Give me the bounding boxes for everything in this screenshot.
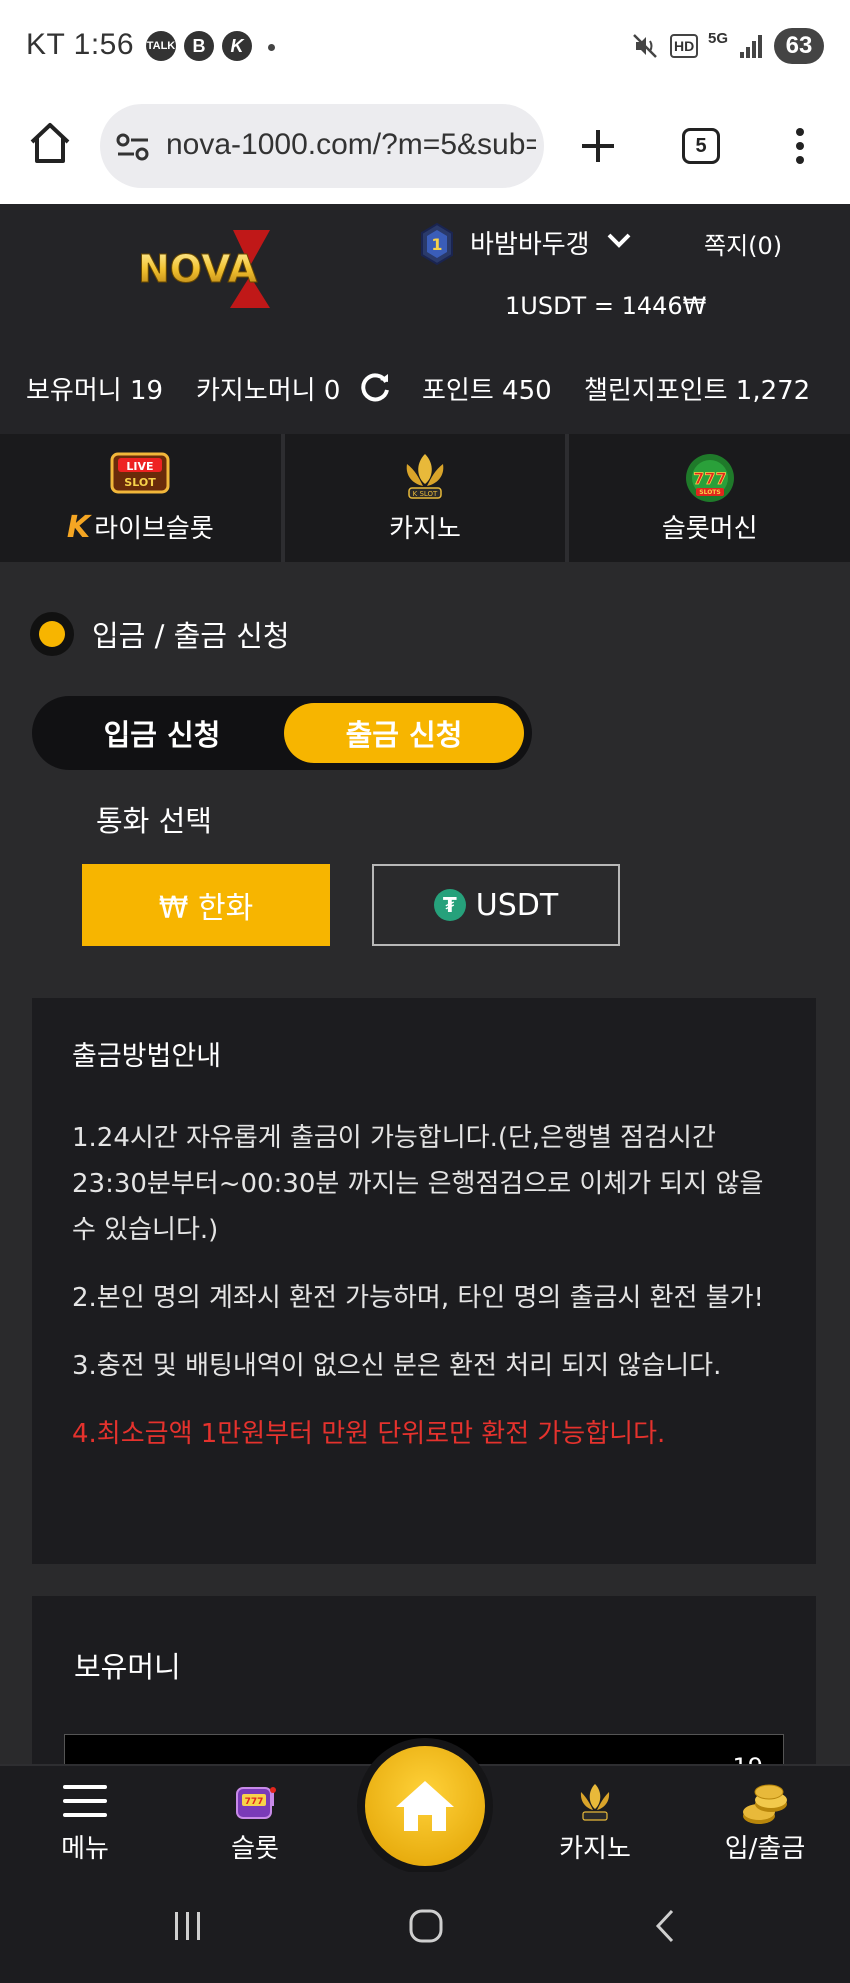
deposit-withdraw-toggle: 입금 신청 출금 신청: [32, 696, 532, 770]
gold-coins-icon: [743, 1784, 787, 1824]
battery-icon: 63: [774, 28, 824, 64]
hd-voice-icon: HD: [670, 34, 699, 58]
page-title: 입금 / 출금 신청: [30, 612, 290, 656]
site-settings-icon[interactable]: [116, 132, 150, 162]
rank-badge-icon: 1: [421, 222, 453, 266]
k-brand-icon: K: [66, 510, 91, 545]
bottom-nav-deposit-withdraw-label: 입/출금: [724, 1834, 806, 1864]
withdraw-guide-title: 출금방법안내: [72, 1041, 222, 1072]
back-icon[interactable]: [650, 1908, 680, 1944]
more-options-icon[interactable]: [790, 126, 810, 166]
new-tab-icon[interactable]: [578, 126, 618, 166]
guide-item-warning: 4.최소금액 1만원부터 만원 단위로만 환전 가능합니다.: [72, 1419, 666, 1449]
network-type-icon: 5G: [708, 30, 729, 47]
main-content: 입금 / 출금 신청 입금 신청 출금 신청 통화 선택 ₩ 한화 ₮ USDT…: [0, 562, 850, 1956]
nav-casino-label: 카지노: [389, 514, 461, 544]
messages-link[interactable]: 쪽지(0): [704, 226, 782, 261]
nav-slot-machine-label: 슬롯머신: [661, 514, 758, 544]
casino-money: 카지노머니 0: [196, 376, 341, 406]
guide-item: 2.본인 명의 계좌시 환전 가능하며, 타인 명의 출금시 환전 불가!: [72, 1283, 764, 1313]
browser-toolbar: nova-1000.com/?m=5&sub=2 5: [0, 96, 850, 204]
live-slot-icon: LIVE SLOT: [110, 452, 170, 494]
username[interactable]: 바밤바두갱: [470, 224, 590, 261]
k-app-icon: K: [222, 31, 252, 61]
svg-text:777: 777: [693, 469, 726, 488]
guide-item: 1.24시간 자유롭게 출금이 가능합니다.(단,은행별 점검시간 23:30분…: [72, 1123, 764, 1245]
bottom-nav-deposit-withdraw[interactable]: 입/출금: [680, 1766, 850, 1874]
hamburger-menu-icon: [63, 1785, 107, 1817]
tab-withdraw-request[interactable]: 출금 신청: [284, 703, 524, 763]
bottom-nav-casino-label: 카지노: [559, 1834, 631, 1864]
svg-text:SLOTS: SLOTS: [699, 489, 720, 496]
title-bullet-icon: [30, 612, 74, 656]
k-slot-casino-icon: [580, 1784, 610, 1821]
svg-text:LIVE: LIVE: [127, 460, 154, 473]
guide-item: 3.충전 및 배팅내역이 없으신 분은 환전 처리 되지 않습니다.: [72, 1351, 722, 1381]
page-title-text: 입금 / 출금 신청: [92, 619, 290, 653]
home-icon[interactable]: [28, 120, 72, 166]
holding-money: 보유머니 19: [26, 376, 164, 406]
currency-usdt-label: USDT: [475, 887, 559, 923]
nav-casino[interactable]: K SLOT 카지노: [285, 434, 570, 562]
b-app-icon: B: [184, 31, 214, 61]
tab-deposit-request[interactable]: 입금 신청: [52, 703, 272, 763]
withdraw-guide: 출금방법안내 1.24시간 자유롭게 출금이 가능합니다.(단,은행별 점검시간…: [32, 998, 816, 1564]
nav-slot-machine[interactable]: 777 SLOTS 슬롯머신: [569, 434, 850, 562]
bottom-nav-slot[interactable]: 777 슬롯: [170, 1766, 340, 1874]
currency-usdt-button[interactable]: ₮ USDT: [372, 864, 620, 946]
currency-krw-button[interactable]: ₩ 한화: [82, 864, 330, 946]
bottom-nav-slot-label: 슬롯: [231, 1834, 279, 1864]
bottom-nav-casino[interactable]: 카지노: [510, 1766, 680, 1874]
tether-icon: ₮: [433, 889, 466, 921]
home-button[interactable]: [357, 1738, 493, 1874]
balance-bar: 보유머니 19 카지노머니 0 포인트 450 챌린지포인트 1,272: [0, 344, 850, 434]
777-slots-icon: 777 SLOTS: [685, 454, 734, 502]
android-nav-bar: [0, 1872, 850, 1983]
svg-text:K SLOT: K SLOT: [413, 490, 438, 498]
bottom-nav-menu-label: 메뉴: [61, 1834, 109, 1864]
chevron-down-icon[interactable]: [606, 232, 632, 250]
kakaotalk-icon: TALK: [146, 31, 176, 61]
svg-text:777: 777: [245, 1797, 264, 1807]
tab-switcher-button[interactable]: 5: [682, 128, 720, 164]
signal-icon: [740, 35, 762, 58]
url-text[interactable]: nova-1000.com/?m=5&sub=2: [166, 128, 536, 162]
svg-text:SLOT: SLOT: [125, 476, 157, 489]
nav-live-slot[interactable]: LIVE SLOT K 라이브슬롯: [0, 434, 285, 562]
more-notifications-icon: [268, 44, 275, 51]
game-category-nav: LIVE SLOT K 라이브슬롯 K SLOT 카지노 777 SLOTS 슬롯…: [0, 434, 850, 562]
k-slot-casino-icon: K SLOT: [406, 454, 444, 499]
currency-krw-label: ₩ 한화: [158, 891, 254, 926]
site-header: NOVA 1 바밤바두갱 쪽지(0) 1USDT = 1446₩: [0, 204, 850, 344]
svg-text:1: 1: [431, 235, 442, 254]
nova-logo[interactable]: NOVA: [138, 226, 298, 312]
home-icon: [396, 1781, 454, 1831]
status-bar: KT 1:56 TALK B K HD 5G 63: [0, 0, 850, 96]
recent-apps-icon[interactable]: [170, 1908, 206, 1944]
exchange-rate: 1USDT = 1446₩: [505, 292, 707, 320]
currency-select-label: 통화 선택: [96, 804, 212, 838]
bottom-nav-menu[interactable]: 메뉴: [0, 1766, 170, 1874]
slot-machine-icon: 777: [236, 1787, 276, 1819]
vibrate-mute-icon: [633, 34, 657, 58]
address-bar[interactable]: nova-1000.com/?m=5&sub=2: [100, 104, 544, 188]
status-time: KT 1:56: [26, 28, 135, 61]
android-home-icon[interactable]: [408, 1908, 444, 1944]
logo-text: NOVA: [138, 247, 258, 291]
challenge-points: 챌린지포인트 1,272: [584, 376, 811, 406]
refresh-icon[interactable]: [358, 370, 392, 404]
holding-money-label: 보유머니: [74, 1650, 181, 1684]
nav-live-slot-label: 라이브슬롯: [94, 514, 214, 544]
points: 포인트 450: [422, 376, 552, 406]
